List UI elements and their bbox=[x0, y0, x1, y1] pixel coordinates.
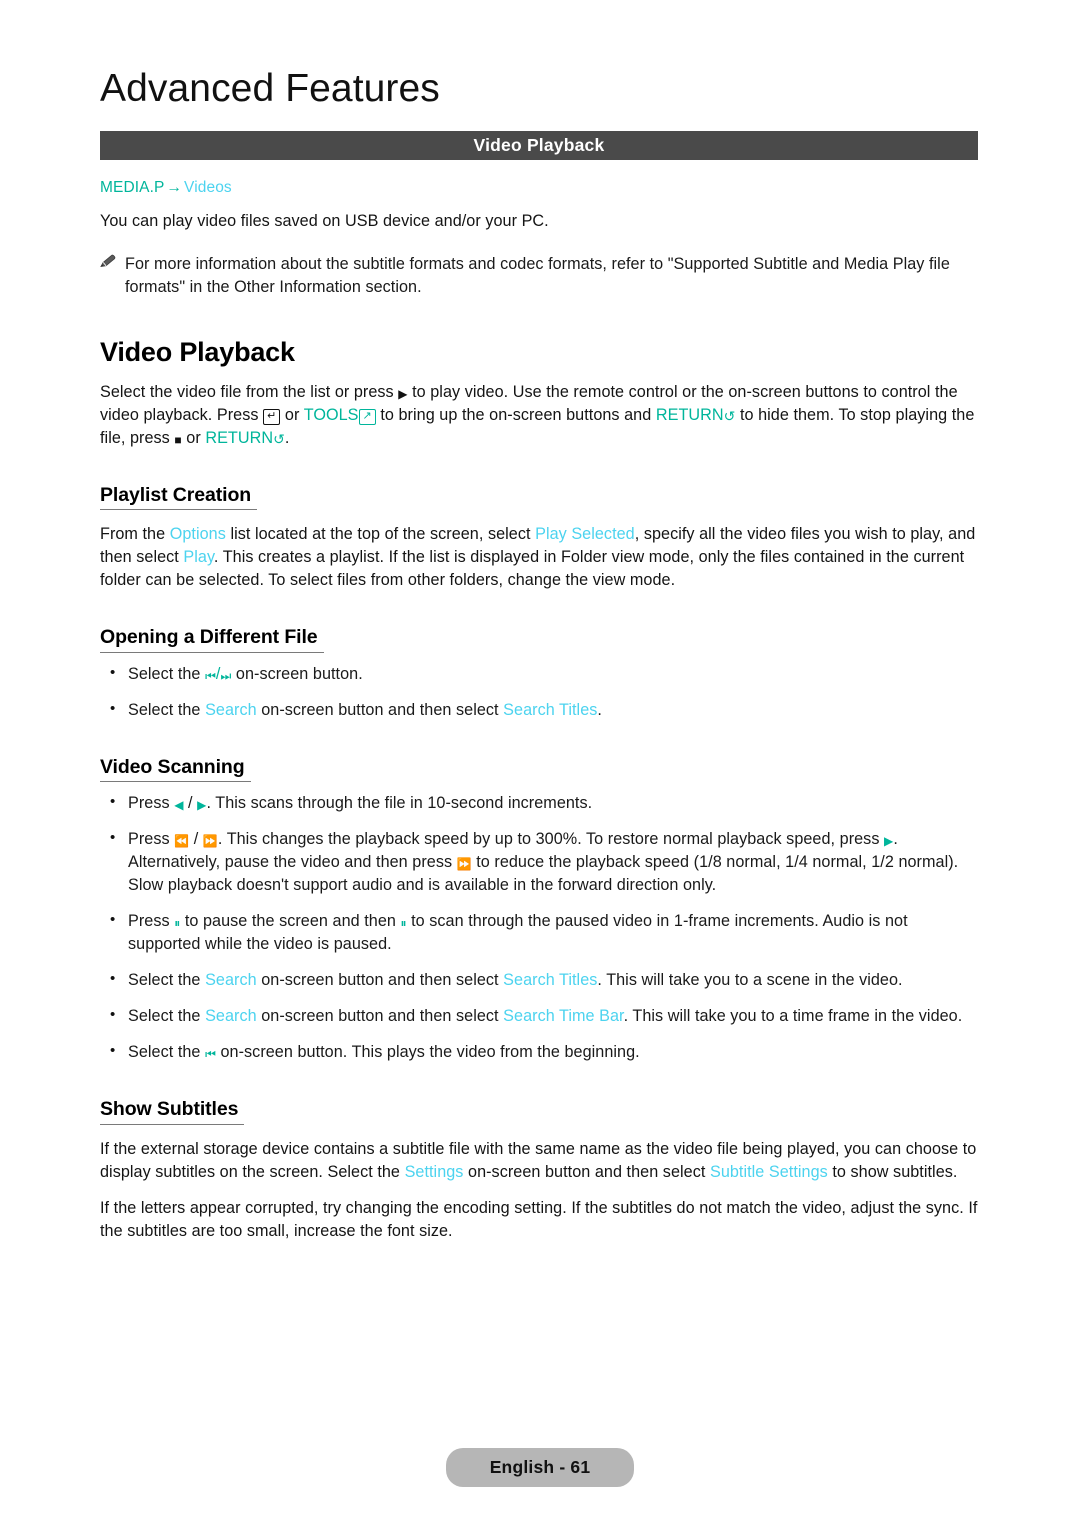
list-item: Select the Search on-screen button and t… bbox=[100, 698, 980, 722]
pc-text-2: list located at the top of the screen, s… bbox=[230, 525, 531, 544]
vs-b5-text-1: Select the bbox=[128, 1007, 201, 1026]
pc-text-4: . This creates a playlist. If the list i… bbox=[100, 548, 965, 590]
link-settings[interactable]: Settings bbox=[405, 1163, 464, 1181]
skip-previous-icon: ⏮ bbox=[205, 668, 216, 683]
skip-next-icon: ⏭ bbox=[220, 668, 232, 683]
vs-b2-text-2: . This changes the playback speed by up … bbox=[217, 830, 880, 849]
odf-b1-text-1: Select the bbox=[128, 664, 201, 683]
show-subtitles-paragraph-1: If the external storage device contains … bbox=[100, 1138, 980, 1184]
heading-show-subtitles: Show Subtitles bbox=[100, 1100, 245, 1125]
section-playlist-creation: Playlist Creation bbox=[100, 450, 980, 511]
main-paragraph: Select the video file from the list or p… bbox=[100, 381, 980, 450]
link-search[interactable]: Search bbox=[205, 701, 257, 719]
opening-file-bullets: Select the ⏮/⏭ on-screen button. Select … bbox=[100, 662, 980, 722]
odf-b2-text-2: on-screen button and then select bbox=[261, 700, 499, 719]
link-play[interactable]: Play bbox=[183, 548, 214, 566]
main-paragraph-part-7: . bbox=[284, 428, 290, 447]
section-title-bar: Video Playback bbox=[100, 130, 978, 160]
list-item: Select the Search on-screen button and t… bbox=[100, 1004, 980, 1028]
section-opening-a-different-file: Opening a Different File bbox=[100, 592, 980, 653]
pencil-note-icon bbox=[100, 253, 125, 299]
video-scanning-bullets: Press ◀ / ▶ . This scans through the file… bbox=[100, 791, 980, 1064]
section-show-subtitles: Show Subtitles bbox=[100, 1064, 980, 1125]
odf-b1-text-2: on-screen button. bbox=[235, 664, 363, 683]
show-subtitles-paragraph-2: If the letters appear corrupted, try cha… bbox=[100, 1198, 978, 1240]
vs-b6-text-2: on-screen button. This plays the video f… bbox=[220, 1043, 640, 1062]
vs-b4-text-2: on-screen button and then select bbox=[261, 971, 499, 990]
odf-b2-text-1: Select the bbox=[128, 700, 201, 719]
stop-icon: ■ bbox=[174, 432, 182, 447]
list-item: Press ⏪ / ⏩. This changes the playback s… bbox=[100, 827, 980, 897]
document-page: Advanced Features Video Playback MEDIA.P… bbox=[0, 0, 1080, 1519]
vs-b1-text-1: Press bbox=[128, 794, 170, 813]
main-paragraph-part-1: Select the video file from the list or p… bbox=[100, 382, 394, 401]
left-arrow-icon: ◀ bbox=[174, 798, 184, 813]
heading-playlist-creation: Playlist Creation bbox=[100, 485, 258, 511]
link-search[interactable]: Search bbox=[205, 971, 257, 989]
vs-b4-text-1: Select the bbox=[128, 971, 201, 990]
section-video-scanning: Video Scanning bbox=[100, 722, 980, 783]
main-paragraph-part-6: or bbox=[186, 428, 201, 447]
main-paragraph-part-4: to bring up the on-screen buttons and bbox=[380, 405, 652, 424]
list-item: Press ⏸ to pause the screen and then ⏸ t… bbox=[100, 909, 980, 956]
link-search-titles[interactable]: Search Titles bbox=[503, 971, 597, 989]
link-subtitle-settings[interactable]: Subtitle Settings bbox=[710, 1163, 828, 1181]
skip-previous-icon: ⏮ bbox=[205, 1047, 216, 1062]
pause-icon-1: ⏸ bbox=[174, 916, 181, 931]
list-item: Select the ⏮ on-screen button. This play… bbox=[100, 1040, 980, 1064]
pause-icon-2: ⏸ bbox=[400, 916, 407, 931]
playlist-creation-paragraph: From the Options list located at the top… bbox=[100, 523, 980, 592]
odf-b2-text-3: . bbox=[597, 700, 602, 719]
vs-b5-text-2: on-screen button and then select bbox=[261, 1007, 499, 1026]
heading-opening-a-different-file: Opening a Different File bbox=[100, 628, 324, 653]
ss-text-2: on-screen button and then select bbox=[468, 1162, 706, 1181]
note-text: For more information about the subtitle … bbox=[125, 254, 950, 296]
vs-b2-text-1: Press bbox=[128, 830, 170, 849]
return-arrow-icon-2: ↺ bbox=[273, 430, 285, 447]
breadcrumb: MEDIA.P → Videos bbox=[100, 179, 980, 197]
link-search[interactable]: Search bbox=[205, 1007, 257, 1025]
link-search-time-bar[interactable]: Search Time Bar bbox=[503, 1007, 623, 1025]
vs-b4-text-3: . This will take you to a scene in the v… bbox=[597, 971, 903, 990]
tools-key-icon: ↗ bbox=[358, 408, 376, 425]
return-arrow-icon-1: ↺ bbox=[723, 407, 736, 424]
link-play-selected[interactable]: Play Selected bbox=[535, 525, 635, 543]
fast-forward-icon-2: ⏩ bbox=[456, 857, 472, 872]
pc-text-1: From the bbox=[100, 525, 166, 544]
list-item: Select the Search on-screen button and t… bbox=[100, 968, 980, 992]
page-footer: English - 61 bbox=[0, 1448, 1080, 1487]
play-icon: ▶ bbox=[398, 386, 408, 401]
main-paragraph-part-3: or bbox=[284, 405, 300, 424]
enter-key-icon: ↵ bbox=[263, 408, 281, 425]
vs-b5-text-3: . This will take you to a time frame in … bbox=[623, 1007, 963, 1026]
vs-b6-text-1: Select the bbox=[128, 1043, 201, 1062]
vs-b3-text-1: Press bbox=[128, 912, 170, 931]
link-options[interactable]: Options bbox=[170, 525, 226, 543]
return-label-2[interactable]: RETURN bbox=[205, 429, 273, 447]
section-title-text: Video Playback bbox=[473, 134, 605, 155]
return-label-1[interactable]: RETURN bbox=[656, 406, 724, 424]
chapter-title: Advanced Features bbox=[100, 67, 440, 110]
vs-b1-text-2: . This scans through the file in 10-seco… bbox=[206, 794, 593, 813]
breadcrumb-arrow-icon: → bbox=[166, 178, 183, 196]
breadcrumb-root[interactable]: MEDIA.P bbox=[100, 179, 164, 196]
vs-b3-text-2: to pause the screen and then bbox=[184, 912, 396, 931]
list-item: Select the ⏮/⏭ on-screen button. bbox=[100, 662, 980, 686]
link-search-titles[interactable]: Search Titles bbox=[503, 701, 597, 719]
intro-paragraph: You can play video files saved on USB de… bbox=[100, 211, 549, 230]
tools-label[interactable]: TOOLS bbox=[304, 406, 359, 424]
slash-separator: / bbox=[188, 794, 193, 813]
heading-video-scanning: Video Scanning bbox=[100, 757, 251, 783]
note-block: For more information about the subtitle … bbox=[100, 253, 980, 299]
play-icon: ▶ bbox=[884, 834, 894, 849]
slash-separator: / bbox=[193, 830, 199, 849]
list-item: Press ◀ / ▶. This scans through the file… bbox=[100, 791, 980, 815]
rewind-icon: ⏪ bbox=[174, 834, 190, 849]
breadcrumb-leaf[interactable]: Videos bbox=[184, 179, 232, 196]
page-number-badge: English - 61 bbox=[445, 1448, 635, 1487]
fast-forward-icon: ⏩ bbox=[202, 834, 218, 849]
page-heading: Video Playback bbox=[100, 336, 295, 367]
ss-text-3: to show subtitles. bbox=[832, 1162, 958, 1181]
